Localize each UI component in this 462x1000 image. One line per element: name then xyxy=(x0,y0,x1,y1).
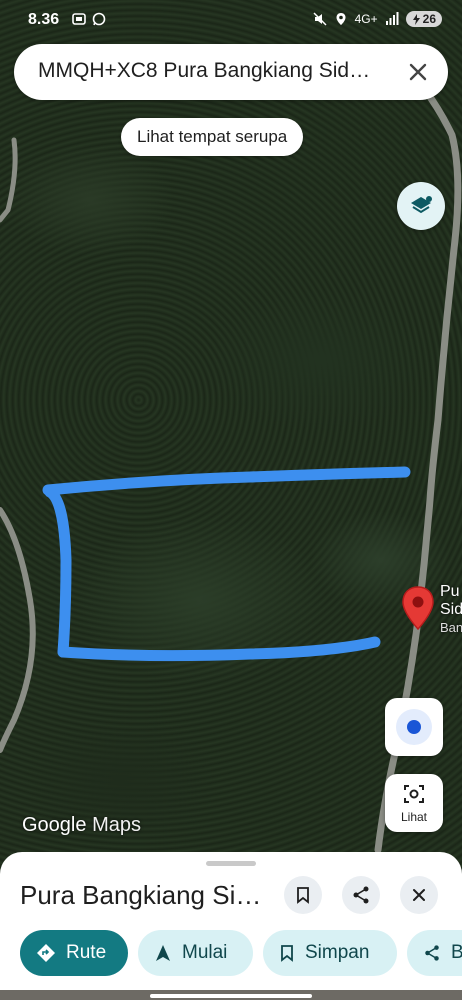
similar-places-chip[interactable]: Lihat tempat serupa xyxy=(121,118,304,156)
place-bottom-sheet[interactable]: Pura Bangkiang Sidem Rute Mulai Simpan B xyxy=(0,852,462,1000)
my-location-button[interactable] xyxy=(385,698,443,756)
save-button[interactable]: Simpan xyxy=(263,930,397,976)
search-bar[interactable]: MMQH+XC8 Pura Bangkiang Sidem xyxy=(14,44,448,100)
road-top-left xyxy=(0,137,18,223)
share-label: B xyxy=(451,942,462,963)
battery-level: 26 xyxy=(422,12,436,26)
share-place-button[interactable] xyxy=(342,876,380,914)
gesture-nav-bar[interactable] xyxy=(150,994,312,998)
close-icon[interactable] xyxy=(404,58,432,86)
red-pin-marker[interactable] xyxy=(399,585,437,631)
start-button[interactable]: Mulai xyxy=(138,930,253,976)
road-left xyxy=(0,507,36,753)
maps-wordmark: Maps xyxy=(92,814,141,836)
save-place-button[interactable] xyxy=(284,876,322,914)
battery-indicator: 26 xyxy=(405,11,442,27)
bookmark-icon xyxy=(297,887,309,904)
map-place-label-line3: Ban xyxy=(440,620,462,635)
share-icon xyxy=(353,886,369,904)
map-place-label[interactable]: Pu Sid Ban xyxy=(440,583,462,637)
whatsapp-icon xyxy=(92,12,106,26)
signal-icon xyxy=(385,12,399,25)
directions-icon xyxy=(37,944,55,962)
layers-button[interactable] xyxy=(397,182,445,230)
close-icon xyxy=(413,889,425,901)
save-label: Simpan xyxy=(305,942,370,963)
navigation-arrow-icon xyxy=(156,945,170,961)
screenshot-icon xyxy=(72,13,86,25)
status-time: 8.36 xyxy=(28,11,60,28)
drawn-line-bottom xyxy=(57,636,381,662)
network-type: 4G+ xyxy=(354,12,378,26)
my-location-icon xyxy=(396,709,432,745)
map-place-label-line1: Pu xyxy=(440,583,460,600)
battery-bolt-icon xyxy=(412,13,420,25)
google-wordmark: Google xyxy=(22,814,87,836)
camera-lens-icon xyxy=(404,785,424,803)
lens-button[interactable]: Lihat xyxy=(385,774,443,832)
search-query[interactable]: MMQH+XC8 Pura Bangkiang Sidem xyxy=(38,59,378,83)
drawn-line-left xyxy=(44,486,72,658)
map-place-label-line2: Sid xyxy=(440,601,462,618)
directions-button[interactable]: Rute xyxy=(20,930,128,976)
bookmark-icon xyxy=(281,945,293,962)
lens-label: Lihat xyxy=(400,810,428,824)
status-notification-icons xyxy=(72,12,106,26)
action-chip-row[interactable]: Rute Mulai Simpan B xyxy=(20,930,462,978)
directions-label: Rute xyxy=(66,942,107,963)
place-title: Pura Bangkiang Sidem xyxy=(20,880,272,910)
share-icon xyxy=(425,945,439,961)
share-button[interactable]: B xyxy=(407,930,462,976)
google-maps-attribution: Google Maps xyxy=(22,814,141,837)
location-icon xyxy=(336,13,346,25)
drag-handle[interactable] xyxy=(206,861,256,866)
drawn-line-top xyxy=(42,466,411,496)
layers-icon xyxy=(411,196,432,214)
mute-icon xyxy=(313,12,327,26)
status-bar: 8.36 4G+ 26 xyxy=(0,0,462,40)
start-label: Mulai xyxy=(182,942,228,963)
status-system-icons: 4G+ 26 xyxy=(313,11,442,27)
close-sheet-button[interactable] xyxy=(400,876,438,914)
